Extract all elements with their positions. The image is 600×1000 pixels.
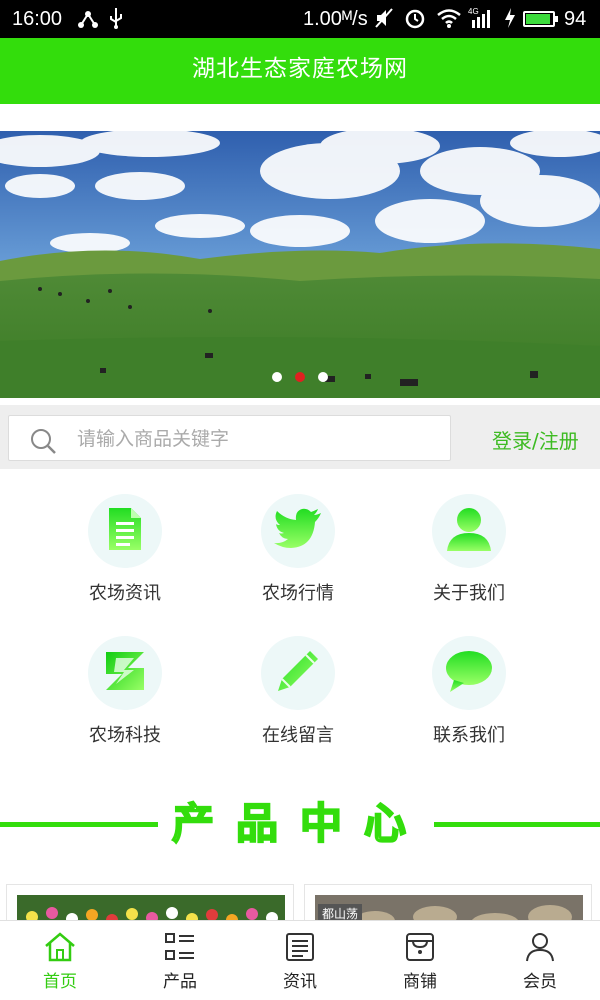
tab-home[interactable]: 首页	[0, 921, 120, 1000]
wifi-icon	[436, 6, 462, 36]
login-register-link[interactable]: 登录/注册	[492, 425, 579, 454]
menu-icon-bg	[432, 494, 506, 568]
page-title: 湖北生态家庭农场网	[192, 56, 408, 82]
tab-label: 产品	[163, 972, 197, 992]
menu-item-about-us[interactable]: 关于我们	[384, 494, 554, 605]
tab-news[interactable]: 资讯	[240, 921, 360, 1000]
menu-icon-bg	[432, 636, 506, 710]
menu-icon-bg	[88, 494, 162, 568]
carousel-dot[interactable]	[318, 372, 328, 382]
alarm-icon	[404, 6, 426, 36]
menu-item-contact-us[interactable]: 联系我们	[384, 636, 554, 747]
menu-label: 农场科技	[89, 725, 161, 746]
status-time: 16:00	[12, 8, 63, 30]
app-title-bar: 湖北生态家庭农场网	[0, 38, 600, 104]
battery-percent: 94	[564, 8, 587, 30]
z-logo-icon	[102, 648, 148, 698]
category-menu: 农场资讯 农场行情 关于我们 农场科技 在线留言 联系我们	[0, 470, 600, 770]
status-bar: 16:00 1.00ᴹ/s 4G 94	[0, 0, 600, 38]
menu-item-farm-market[interactable]: 农场行情	[213, 494, 383, 605]
menu-icon-bg	[88, 636, 162, 710]
news-icon	[283, 931, 317, 967]
banner-image	[0, 131, 600, 398]
network-speed: 1.00ᴹ/s	[303, 8, 368, 30]
tab-shop[interactable]: 商铺	[360, 921, 480, 1000]
carousel-dot[interactable]	[272, 372, 282, 382]
document-icon	[107, 506, 143, 556]
pencil-icon	[274, 647, 322, 699]
search-input[interactable]	[75, 424, 439, 454]
network-type: 4G	[468, 7, 479, 16]
carousel-indicators	[272, 372, 328, 382]
bird-icon	[273, 507, 323, 555]
signal-icon: 4G	[468, 6, 496, 36]
battery-tip	[555, 16, 558, 22]
menu-item-farm-news[interactable]: 农场资讯	[40, 494, 210, 605]
tab-label: 商铺	[403, 972, 437, 992]
search-bar: 登录/注册	[0, 405, 600, 469]
tab-member[interactable]: 会员	[480, 921, 600, 1000]
menu-icon-bg	[261, 494, 335, 568]
section-title-products: 产品中心	[171, 798, 428, 849]
shop-icon	[403, 931, 437, 967]
charging-icon	[503, 6, 517, 36]
tab-label: 会员	[523, 972, 557, 992]
product-card[interactable]	[6, 884, 294, 924]
mute-icon	[374, 6, 394, 36]
menu-item-farm-tech[interactable]: 农场科技	[40, 636, 210, 747]
banner-carousel[interactable]	[0, 131, 600, 398]
battery-icon	[523, 11, 555, 27]
tab-label: 首页	[43, 972, 77, 992]
carousel-dot-active[interactable]	[295, 372, 305, 382]
bottom-tab-bar: 首页 产品 资讯 商铺 会员	[0, 920, 600, 1000]
menu-icon-bg	[261, 636, 335, 710]
section-divider-right	[434, 822, 600, 827]
search-icon	[29, 427, 57, 459]
menu-label: 联系我们	[433, 725, 505, 746]
battery-fill	[526, 14, 550, 24]
share-icon	[78, 6, 98, 36]
tab-products[interactable]: 产品	[120, 921, 240, 1000]
user-icon	[523, 931, 557, 967]
search-box[interactable]	[8, 415, 451, 461]
list-icon	[163, 931, 197, 967]
tab-label: 资讯	[283, 972, 317, 992]
usb-icon	[108, 6, 124, 36]
chat-bubble-icon	[444, 648, 494, 698]
menu-label: 在线留言	[262, 725, 334, 746]
section-divider-left	[0, 822, 158, 827]
menu-item-leave-message[interactable]: 在线留言	[213, 636, 383, 747]
menu-label: 农场行情	[262, 583, 334, 604]
menu-label: 农场资讯	[89, 583, 161, 604]
person-icon	[445, 505, 493, 557]
home-icon	[43, 931, 77, 967]
menu-label: 关于我们	[433, 583, 505, 604]
